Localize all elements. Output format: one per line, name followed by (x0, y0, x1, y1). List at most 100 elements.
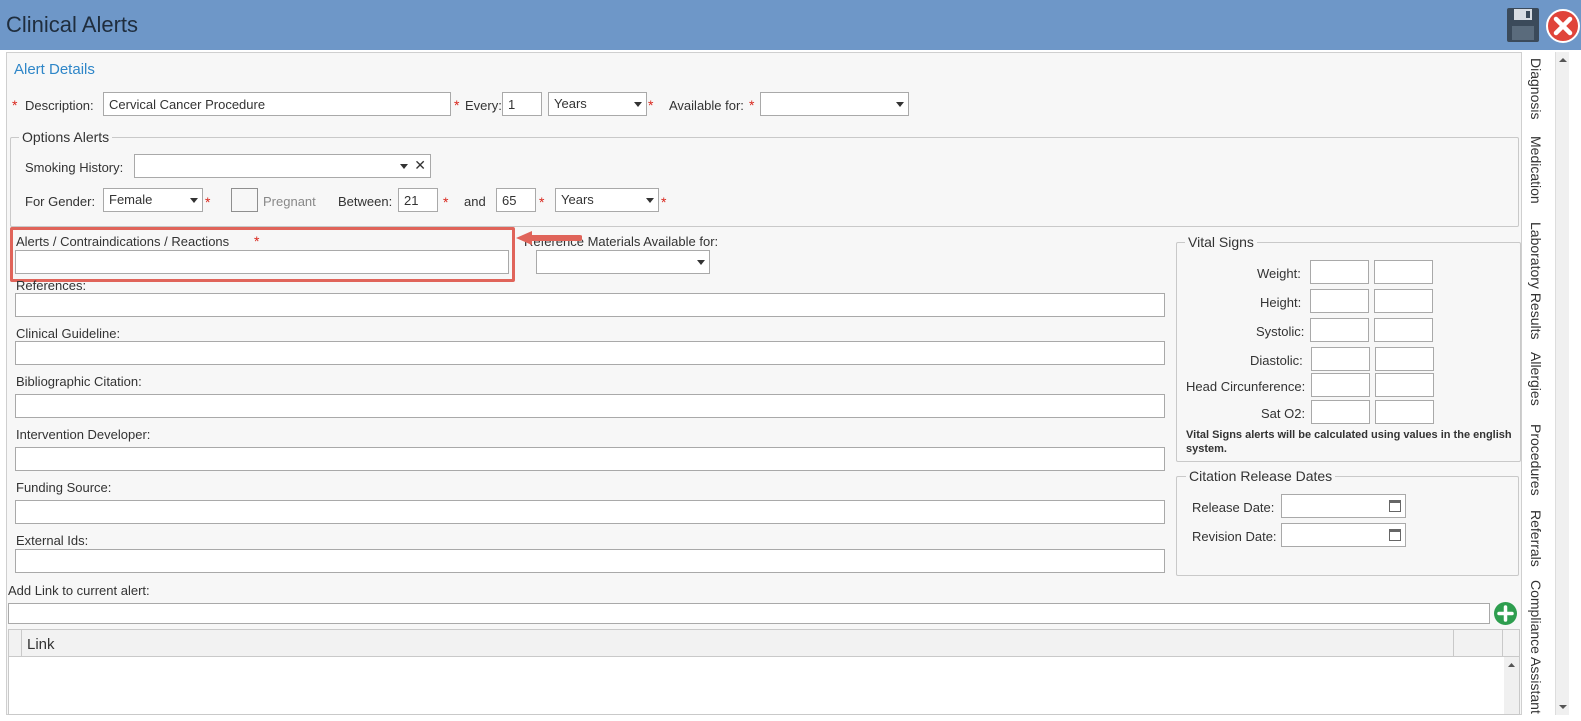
intervention-developer-label: Intervention Developer: (16, 427, 151, 442)
side-tabs: Diagnosis Medication Laboratory Results … (1524, 52, 1555, 715)
window-scrollbar[interactable] (1555, 52, 1569, 715)
scroll-down-icon[interactable] (1556, 701, 1570, 713)
gender-value: Female (109, 192, 153, 207)
required-mark: * (454, 97, 460, 113)
description-input[interactable] (103, 92, 451, 116)
diastolic-label: Diastolic: (1250, 353, 1303, 368)
options-alerts-group (10, 137, 1519, 227)
height-label: Height: (1260, 295, 1302, 310)
chevron-down-icon (634, 102, 642, 107)
link-table-scrollbar[interactable] (1504, 657, 1519, 714)
revision-date-label: Revision Date: (1192, 529, 1277, 544)
chevron-down-icon (190, 198, 198, 203)
clear-icon[interactable]: ✕ (414, 157, 426, 174)
available-for-label: Available for: (669, 98, 744, 113)
weight-label: Weight: (1257, 266, 1301, 281)
bibliographic-citation-input[interactable] (15, 394, 1165, 418)
add-link-button[interactable] (1493, 601, 1518, 626)
column-divider (1502, 629, 1503, 657)
scroll-up-icon[interactable] (1556, 54, 1570, 66)
release-date-picker[interactable] (1281, 494, 1406, 518)
and-label: and (464, 194, 486, 209)
annotation-arrow-icon (516, 231, 582, 245)
gender-select[interactable]: Female (103, 188, 203, 212)
systolic-max-input[interactable] (1374, 318, 1433, 342)
clinical-guideline-input[interactable] (15, 341, 1165, 365)
column-divider (21, 629, 22, 657)
external-ids-label: External Ids: (16, 533, 89, 548)
link-column-header[interactable]: Link (27, 636, 55, 653)
citation-dates-legend: Citation Release Dates (1186, 468, 1336, 484)
references-input[interactable] (15, 293, 1165, 317)
vital-signs-note: Vital Signs alerts will be calculated us… (1186, 429, 1512, 455)
references-label: References: (16, 278, 87, 293)
age-from-input[interactable] (398, 188, 438, 212)
tab-allergies[interactable]: Allergies (1528, 352, 1544, 406)
diastolic-min-input[interactable] (1311, 347, 1370, 371)
tab-procedures[interactable]: Procedures (1528, 424, 1544, 496)
age-unit-value: Years (561, 192, 594, 207)
height-min-input[interactable] (1310, 289, 1369, 313)
description-label: Description: (25, 98, 94, 113)
tab-laboratory-results[interactable]: Laboratory Results (1528, 222, 1544, 340)
intervention-developer-input[interactable] (15, 447, 1165, 471)
every-unit-value: Years (554, 96, 587, 111)
highlight-box (10, 227, 515, 282)
diastolic-max-input[interactable] (1375, 347, 1434, 371)
chevron-down-icon (896, 102, 904, 107)
required-mark: * (749, 97, 755, 113)
tab-diagnosis[interactable]: Diagnosis (1528, 58, 1544, 119)
revision-date-picker[interactable] (1281, 523, 1406, 547)
sat-o2-max-input[interactable] (1375, 400, 1434, 424)
release-date-label: Release Date: (1192, 500, 1275, 515)
funding-source-label: Funding Source: (16, 480, 112, 495)
calendar-icon[interactable] (1389, 529, 1401, 541)
required-mark: * (648, 97, 654, 113)
gender-label: For Gender: (25, 194, 96, 209)
tab-medication[interactable]: Medication (1528, 136, 1544, 204)
systolic-label: Systolic: (1256, 324, 1305, 339)
systolic-min-input[interactable] (1310, 318, 1369, 342)
bibliographic-citation-label: Bibliographic Citation: (16, 374, 142, 389)
pregnant-label: Pregnant (263, 194, 316, 209)
age-unit-select[interactable]: Years (555, 188, 659, 212)
required-mark: * (443, 194, 449, 210)
every-input[interactable] (502, 92, 542, 116)
close-button[interactable] (1545, 6, 1581, 44)
weight-max-input[interactable] (1374, 260, 1433, 284)
floppy-disk-icon (1507, 8, 1539, 42)
column-divider (1453, 629, 1454, 657)
required-mark: * (205, 194, 211, 210)
head-circunference-max-input[interactable] (1375, 373, 1434, 397)
add-link-label: Add Link to current alert: (8, 583, 150, 598)
sat-o2-min-input[interactable] (1311, 400, 1370, 424)
required-mark: * (539, 194, 545, 210)
add-link-input[interactable] (8, 603, 1490, 624)
smoking-history-select[interactable]: ✕ (134, 154, 431, 178)
reference-materials-select[interactable] (536, 250, 710, 274)
tab-compliance-assistant[interactable]: Compliance Assistant (1528, 580, 1544, 714)
age-to-input[interactable] (496, 188, 536, 212)
alert-details-title: Alert Details (14, 61, 95, 78)
weight-min-input[interactable] (1310, 260, 1369, 284)
chevron-down-icon (697, 260, 705, 265)
required-mark: * (661, 194, 667, 210)
smoking-history-label: Smoking History: (25, 160, 124, 175)
clinical-guideline-label: Clinical Guideline: (16, 326, 121, 341)
link-table-header (8, 629, 1520, 657)
every-unit-select[interactable]: Years (548, 92, 647, 116)
calendar-icon[interactable] (1389, 500, 1401, 512)
tab-referrals[interactable]: Referrals (1528, 510, 1544, 567)
options-alerts-legend: Options Alerts (19, 129, 113, 145)
external-ids-input[interactable] (15, 549, 1165, 573)
vital-signs-legend: Vital Signs (1185, 234, 1257, 250)
save-button[interactable] (1505, 6, 1541, 44)
every-label: Every: (465, 98, 502, 113)
funding-source-input[interactable] (15, 500, 1165, 524)
available-for-select[interactable] (760, 92, 909, 116)
plus-circle-icon (1494, 602, 1517, 625)
head-circunference-min-input[interactable] (1311, 373, 1370, 397)
scroll-up-icon[interactable] (1504, 659, 1519, 671)
pregnant-checkbox[interactable] (231, 188, 258, 212)
height-max-input[interactable] (1374, 289, 1433, 313)
